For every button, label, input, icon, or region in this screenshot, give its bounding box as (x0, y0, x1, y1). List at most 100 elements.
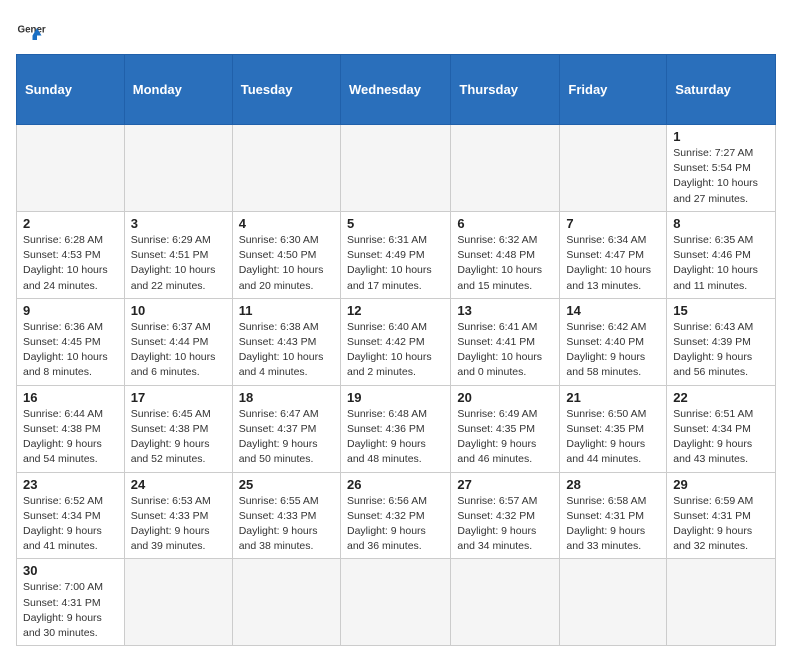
calendar-cell (232, 125, 340, 212)
day-info: Sunrise: 7:00 AM Sunset: 4:31 PM Dayligh… (23, 580, 118, 641)
calendar-week-5: 23 Sunrise: 6:52 AM Sunset: 4:34 PM Dayli… (17, 472, 776, 559)
day-number: 15 (673, 303, 769, 318)
calendar-cell (560, 125, 667, 212)
day-number: 6 (457, 216, 553, 231)
weekday-header-friday: Friday (560, 55, 667, 125)
day-number: 23 (23, 477, 118, 492)
day-info: Sunrise: 6:44 AM Sunset: 4:38 PM Dayligh… (23, 407, 118, 468)
calendar-cell: 10Sunrise: 6:37 AM Sunset: 4:44 PM Dayli… (124, 298, 232, 385)
calendar-cell: 19 Sunrise: 6:48 AM Sunset: 4:36 PM Dayli… (340, 385, 450, 472)
calendar-cell: 28 Sunrise: 6:58 AM Sunset: 4:31 PM Dayli… (560, 472, 667, 559)
day-info: Sunrise: 6:59 AM Sunset: 4:31 PM Dayligh… (673, 494, 769, 555)
day-info: Sunrise: 6:55 AM Sunset: 4:33 PM Dayligh… (239, 494, 334, 555)
weekday-header-saturday: Saturday (667, 55, 776, 125)
day-info: Sunrise: 6:36 AM Sunset: 4:45 PM Dayligh… (23, 320, 118, 381)
calendar-week-4: 16 Sunrise: 6:44 AM Sunset: 4:38 PM Dayli… (17, 385, 776, 472)
calendar-table: SundayMondayTuesdayWednesdayThursdayFrid… (16, 54, 776, 646)
calendar-cell (560, 559, 667, 646)
calendar-cell: 29 Sunrise: 6:59 AM Sunset: 4:31 PM Dayli… (667, 472, 776, 559)
day-number: 9 (23, 303, 118, 318)
calendar-cell: 14 Sunrise: 6:42 AM Sunset: 4:40 PM Dayli… (560, 298, 667, 385)
weekday-header-wednesday: Wednesday (340, 55, 450, 125)
calendar-cell: 12 Sunrise: 6:40 AM Sunset: 4:42 PM Dayli… (340, 298, 450, 385)
day-info: Sunrise: 6:50 AM Sunset: 4:35 PM Dayligh… (566, 407, 660, 468)
day-number: 17 (131, 390, 226, 405)
day-info: Sunrise: 6:58 AM Sunset: 4:31 PM Dayligh… (566, 494, 660, 555)
svg-text:General: General (18, 25, 47, 36)
calendar-cell: 20 Sunrise: 6:49 AM Sunset: 4:35 PM Dayli… (451, 385, 560, 472)
day-number: 11 (239, 303, 334, 318)
day-number: 12 (347, 303, 444, 318)
calendar-cell: 2 Sunrise: 6:28 AM Sunset: 4:53 PM Daylig… (17, 211, 125, 298)
day-number: 20 (457, 390, 553, 405)
day-info: Sunrise: 6:28 AM Sunset: 4:53 PM Dayligh… (23, 233, 118, 294)
day-number: 18 (239, 390, 334, 405)
weekday-header-tuesday: Tuesday (232, 55, 340, 125)
day-number: 28 (566, 477, 660, 492)
day-info: Sunrise: 6:53 AM Sunset: 4:33 PM Dayligh… (131, 494, 226, 555)
calendar-cell: 16 Sunrise: 6:44 AM Sunset: 4:38 PM Dayli… (17, 385, 125, 472)
day-number: 8 (673, 216, 769, 231)
day-info: Sunrise: 6:31 AM Sunset: 4:49 PM Dayligh… (347, 233, 444, 294)
calendar-cell: 25 Sunrise: 6:55 AM Sunset: 4:33 PM Dayli… (232, 472, 340, 559)
calendar-cell (232, 559, 340, 646)
day-number: 2 (23, 216, 118, 231)
day-number: 29 (673, 477, 769, 492)
day-info: Sunrise: 6:51 AM Sunset: 4:34 PM Dayligh… (673, 407, 769, 468)
day-info: Sunrise: 6:45 AM Sunset: 4:38 PM Dayligh… (131, 407, 226, 468)
calendar-cell: 9 Sunrise: 6:36 AM Sunset: 4:45 PM Daylig… (17, 298, 125, 385)
day-info: Sunrise: 6:30 AM Sunset: 4:50 PM Dayligh… (239, 233, 334, 294)
calendar-cell: 7Sunrise: 6:34 AM Sunset: 4:47 PM Daylig… (560, 211, 667, 298)
day-info: Sunrise: 6:40 AM Sunset: 4:42 PM Dayligh… (347, 320, 444, 381)
day-number: 5 (347, 216, 444, 231)
day-number: 21 (566, 390, 660, 405)
day-number: 1 (673, 129, 769, 144)
day-info: Sunrise: 6:47 AM Sunset: 4:37 PM Dayligh… (239, 407, 334, 468)
day-number: 24 (131, 477, 226, 492)
calendar-header-row: SundayMondayTuesdayWednesdayThursdayFrid… (17, 55, 776, 125)
day-info: Sunrise: 6:48 AM Sunset: 4:36 PM Dayligh… (347, 407, 444, 468)
day-info: Sunrise: 6:34 AM Sunset: 4:47 PM Dayligh… (566, 233, 660, 294)
day-number: 4 (239, 216, 334, 231)
calendar-cell: 23 Sunrise: 6:52 AM Sunset: 4:34 PM Dayli… (17, 472, 125, 559)
logo: General (16, 16, 50, 46)
calendar-week-6: 30Sunrise: 7:00 AM Sunset: 4:31 PM Dayli… (17, 559, 776, 646)
day-number: 19 (347, 390, 444, 405)
calendar-cell: 11Sunrise: 6:38 AM Sunset: 4:43 PM Dayli… (232, 298, 340, 385)
calendar-cell (124, 559, 232, 646)
calendar-cell (451, 559, 560, 646)
calendar-cell: 1Sunrise: 7:27 AM Sunset: 5:54 PM Daylig… (667, 125, 776, 212)
day-info: Sunrise: 6:52 AM Sunset: 4:34 PM Dayligh… (23, 494, 118, 555)
weekday-header-monday: Monday (124, 55, 232, 125)
calendar-cell: 21 Sunrise: 6:50 AM Sunset: 4:35 PM Dayli… (560, 385, 667, 472)
day-info: Sunrise: 6:43 AM Sunset: 4:39 PM Dayligh… (673, 320, 769, 381)
calendar-cell: 24 Sunrise: 6:53 AM Sunset: 4:33 PM Dayli… (124, 472, 232, 559)
day-info: Sunrise: 6:35 AM Sunset: 4:46 PM Dayligh… (673, 233, 769, 294)
calendar-cell: 5 Sunrise: 6:31 AM Sunset: 4:49 PM Daylig… (340, 211, 450, 298)
day-info: Sunrise: 6:49 AM Sunset: 4:35 PM Dayligh… (457, 407, 553, 468)
day-info: Sunrise: 6:37 AM Sunset: 4:44 PM Dayligh… (131, 320, 226, 381)
calendar-cell: 26Sunrise: 6:56 AM Sunset: 4:32 PM Dayli… (340, 472, 450, 559)
day-number: 3 (131, 216, 226, 231)
calendar-cell: 3Sunrise: 6:29 AM Sunset: 4:51 PM Daylig… (124, 211, 232, 298)
logo-icon: General (16, 16, 46, 46)
calendar-cell (340, 559, 450, 646)
weekday-header-sunday: Sunday (17, 55, 125, 125)
calendar-cell: 17 Sunrise: 6:45 AM Sunset: 4:38 PM Dayli… (124, 385, 232, 472)
day-number: 14 (566, 303, 660, 318)
calendar-week-2: 2 Sunrise: 6:28 AM Sunset: 4:53 PM Daylig… (17, 211, 776, 298)
calendar-cell: 6 Sunrise: 6:32 AM Sunset: 4:48 PM Daylig… (451, 211, 560, 298)
calendar-cell: 8 Sunrise: 6:35 AM Sunset: 4:46 PM Daylig… (667, 211, 776, 298)
day-number: 16 (23, 390, 118, 405)
day-number: 25 (239, 477, 334, 492)
day-number: 22 (673, 390, 769, 405)
calendar-cell: 30Sunrise: 7:00 AM Sunset: 4:31 PM Dayli… (17, 559, 125, 646)
day-info: Sunrise: 6:41 AM Sunset: 4:41 PM Dayligh… (457, 320, 553, 381)
day-number: 27 (457, 477, 553, 492)
day-info: Sunrise: 6:42 AM Sunset: 4:40 PM Dayligh… (566, 320, 660, 381)
calendar-cell (124, 125, 232, 212)
calendar-cell: 4 Sunrise: 6:30 AM Sunset: 4:50 PM Daylig… (232, 211, 340, 298)
day-info: Sunrise: 6:57 AM Sunset: 4:32 PM Dayligh… (457, 494, 553, 555)
weekday-header-thursday: Thursday (451, 55, 560, 125)
day-info: Sunrise: 6:32 AM Sunset: 4:48 PM Dayligh… (457, 233, 553, 294)
